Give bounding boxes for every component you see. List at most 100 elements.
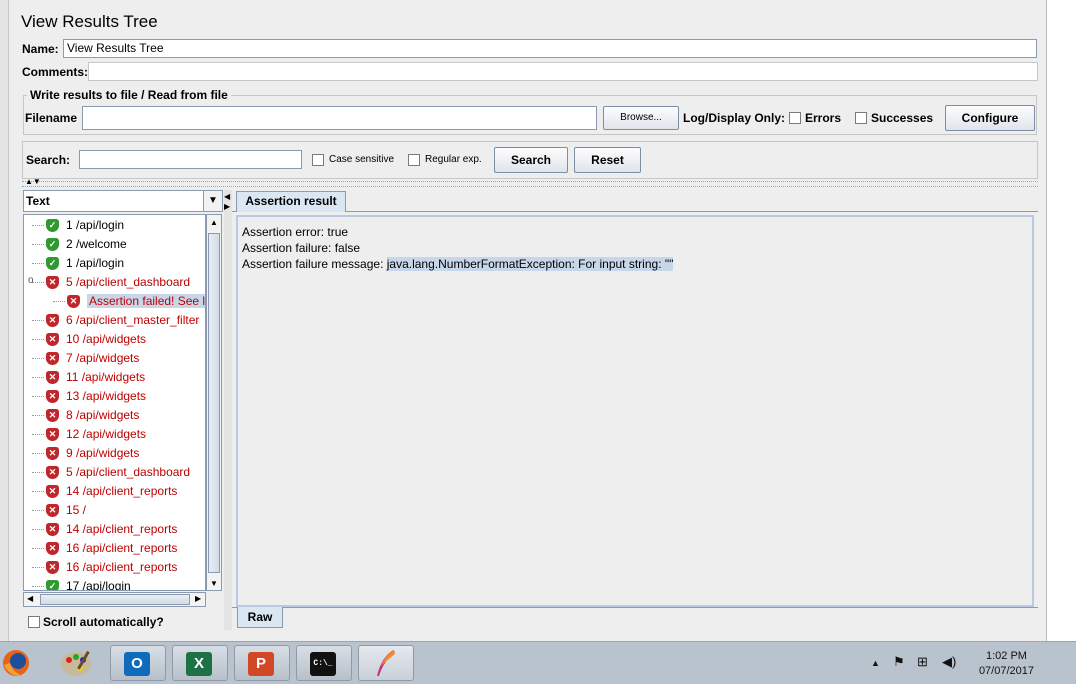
tree-connector: [32, 263, 44, 265]
errors-checkbox[interactable]: [789, 112, 801, 124]
tree-item[interactable]: ✕ 8 /api/widgets: [24, 406, 205, 425]
tree-item-label: 1 /api/login: [66, 256, 125, 270]
tree-item[interactable]: ✓ 1 /api/login: [24, 216, 205, 235]
search-input[interactable]: [79, 150, 302, 169]
tree-item[interactable]: ✓ 1 /api/login: [24, 254, 205, 273]
regular-exp-checkbox[interactable]: [408, 154, 420, 166]
comments-label: Comments:: [22, 65, 89, 79]
tree-connector: [32, 358, 44, 360]
paint-taskbar-button[interactable]: [50, 645, 106, 681]
filename-input[interactable]: [82, 106, 597, 130]
network-icon[interactable]: ⊞: [917, 654, 928, 670]
volume-icon[interactable]: ◀): [942, 654, 956, 670]
tree-item[interactable]: o ✕ 5 /api/client_dashboard: [24, 273, 205, 292]
tray-expand-icon[interactable]: ▲: [871, 658, 880, 668]
scroll-up-icon[interactable]: ▲: [210, 218, 218, 227]
tree-connector: [32, 244, 44, 246]
successes-checkbox[interactable]: [855, 112, 867, 124]
tree-connector: [32, 491, 44, 493]
scroll-left-icon[interactable]: ◀: [27, 594, 33, 603]
taskbar: O X P C:\_ ▲ ⚑ ⊞ ◀) 1:02 PM 07/07/2017: [0, 641, 1076, 684]
failure-shield-icon: ✕: [46, 561, 59, 574]
tree-vscroll-thumb[interactable]: [208, 233, 220, 573]
tree-hscroll-thumb[interactable]: [40, 594, 190, 605]
tree-item[interactable]: ✕ 5 /api/client_dashboard: [24, 463, 205, 482]
comments-input[interactable]: [88, 62, 1038, 81]
tree-item[interactable]: ✕ 14 /api/client_reports: [24, 520, 205, 539]
tab-assertion-result[interactable]: Assertion result: [236, 191, 346, 212]
tree-vertical-scrollbar[interactable]: ▲ ▼: [206, 214, 222, 591]
splitter-handle[interactable]: [22, 181, 1038, 187]
tree-connector: [32, 548, 44, 550]
powerpoint-taskbar-button[interactable]: P: [234, 645, 290, 681]
panel-divider[interactable]: ◀ ▶: [224, 190, 232, 630]
tree-item[interactable]: ✓ 17 /api/login: [24, 577, 205, 590]
splitter-arrows-icon[interactable]: ▲▼: [25, 177, 41, 186]
results-tree[interactable]: ✓ 1 /api/login ✓ 2 /welcome ✓ 1 /api/login o ✕ 5…: [23, 214, 206, 591]
excel-taskbar-button[interactable]: X: [172, 645, 228, 681]
jmeter-taskbar-button[interactable]: [358, 645, 414, 681]
case-sensitive-label: Case sensitive: [329, 154, 395, 165]
tree-item[interactable]: ✓ 2 /welcome: [24, 235, 205, 254]
tree-item[interactable]: ✕ 16 /api/client_reports: [24, 558, 205, 577]
powerpoint-icon: P: [248, 652, 274, 676]
case-sensitive-checkbox[interactable]: [312, 154, 324, 166]
chevron-down-icon[interactable]: ▼: [203, 191, 222, 211]
taskbar-clock[interactable]: 1:02 PM 07/07/2017: [979, 649, 1034, 679]
renderer-select[interactable]: Text ▼: [23, 190, 223, 212]
failure-shield-icon: ✕: [46, 542, 59, 555]
failure-shield-icon: ✕: [46, 371, 59, 384]
tree-item[interactable]: ✕ 11 /api/widgets: [24, 368, 205, 387]
tree-item[interactable]: ✕ 10 /api/widgets: [24, 330, 205, 349]
scroll-right-icon[interactable]: ▶: [195, 594, 201, 603]
tab-raw[interactable]: Raw: [237, 607, 283, 628]
search-button[interactable]: Search: [494, 147, 568, 173]
tree-connector: [32, 377, 44, 379]
firefox-taskbar-button[interactable]: [0, 645, 56, 681]
regular-exp-label: Regular exp.: [425, 154, 482, 165]
tree-horizontal-scrollbar[interactable]: ◀ ▶: [23, 592, 206, 607]
collapse-left-icon[interactable]: ◀: [224, 192, 230, 201]
failure-shield-icon: ✕: [46, 333, 59, 346]
tree-item-label: 16 /api/client_reports: [66, 560, 178, 574]
tree-connector: [32, 586, 44, 588]
renderer-selected-value: Text: [26, 194, 50, 208]
tree-item[interactable]: ✕ 15 /: [24, 501, 205, 520]
tree-item[interactable]: ✕ 9 /api/widgets: [24, 444, 205, 463]
tree-item-label: 10 /api/widgets: [66, 332, 147, 346]
tree-item[interactable]: ✕ 13 /api/widgets: [24, 387, 205, 406]
jmeter-window: View Results Tree Name: View Results Tre…: [0, 0, 1047, 641]
clock-date: 07/07/2017: [978, 665, 1034, 677]
tree-item[interactable]: ✕ 6 /api/client_master_filter: [24, 311, 205, 330]
cmd-icon: C:\_: [310, 652, 336, 676]
action-center-flag-icon[interactable]: ⚑: [893, 654, 905, 670]
tree-item[interactable]: ✕ Assertion failed! See l: [24, 292, 205, 311]
name-input[interactable]: View Results Tree: [63, 39, 1037, 58]
name-label: Name:: [22, 42, 59, 56]
failure-shield-icon: ✕: [46, 314, 59, 327]
scroll-down-icon[interactable]: ▼: [210, 579, 218, 588]
tree-expand-handle-icon[interactable]: o: [28, 275, 34, 286]
expand-right-icon[interactable]: ▶: [224, 202, 230, 211]
scroll-auto-checkbox[interactable]: [28, 616, 40, 628]
outlook-taskbar-button[interactable]: O: [110, 645, 166, 681]
tree-item-label: 5 /api/client_dashboard: [66, 275, 191, 289]
left-edge-bar: [0, 0, 9, 641]
configure-button[interactable]: Configure: [945, 105, 1035, 131]
tree-item-label: 13 /api/widgets: [66, 389, 147, 403]
failure-shield-icon: ✕: [46, 485, 59, 498]
tree-item[interactable]: ✕ 12 /api/widgets: [24, 425, 205, 444]
successes-label: Successes: [871, 111, 934, 125]
cmd-taskbar-button[interactable]: C:\_: [296, 645, 352, 681]
paint-icon: [61, 650, 91, 676]
tree-item[interactable]: ✕ 16 /api/client_reports: [24, 539, 205, 558]
tree-item[interactable]: ✕ 14 /api/client_reports: [24, 482, 205, 501]
tree-item[interactable]: ✕ 7 /api/widgets: [24, 349, 205, 368]
filename-label: Filename: [25, 111, 78, 125]
tree-connector: [32, 567, 44, 569]
tree-connector: [32, 529, 44, 531]
excel-icon: X: [186, 652, 212, 676]
reset-button[interactable]: Reset: [574, 147, 641, 173]
browse-button[interactable]: Browse...: [603, 106, 679, 130]
assertion-message-value[interactable]: java.lang.NumberFormatException: For inp…: [386, 257, 674, 271]
